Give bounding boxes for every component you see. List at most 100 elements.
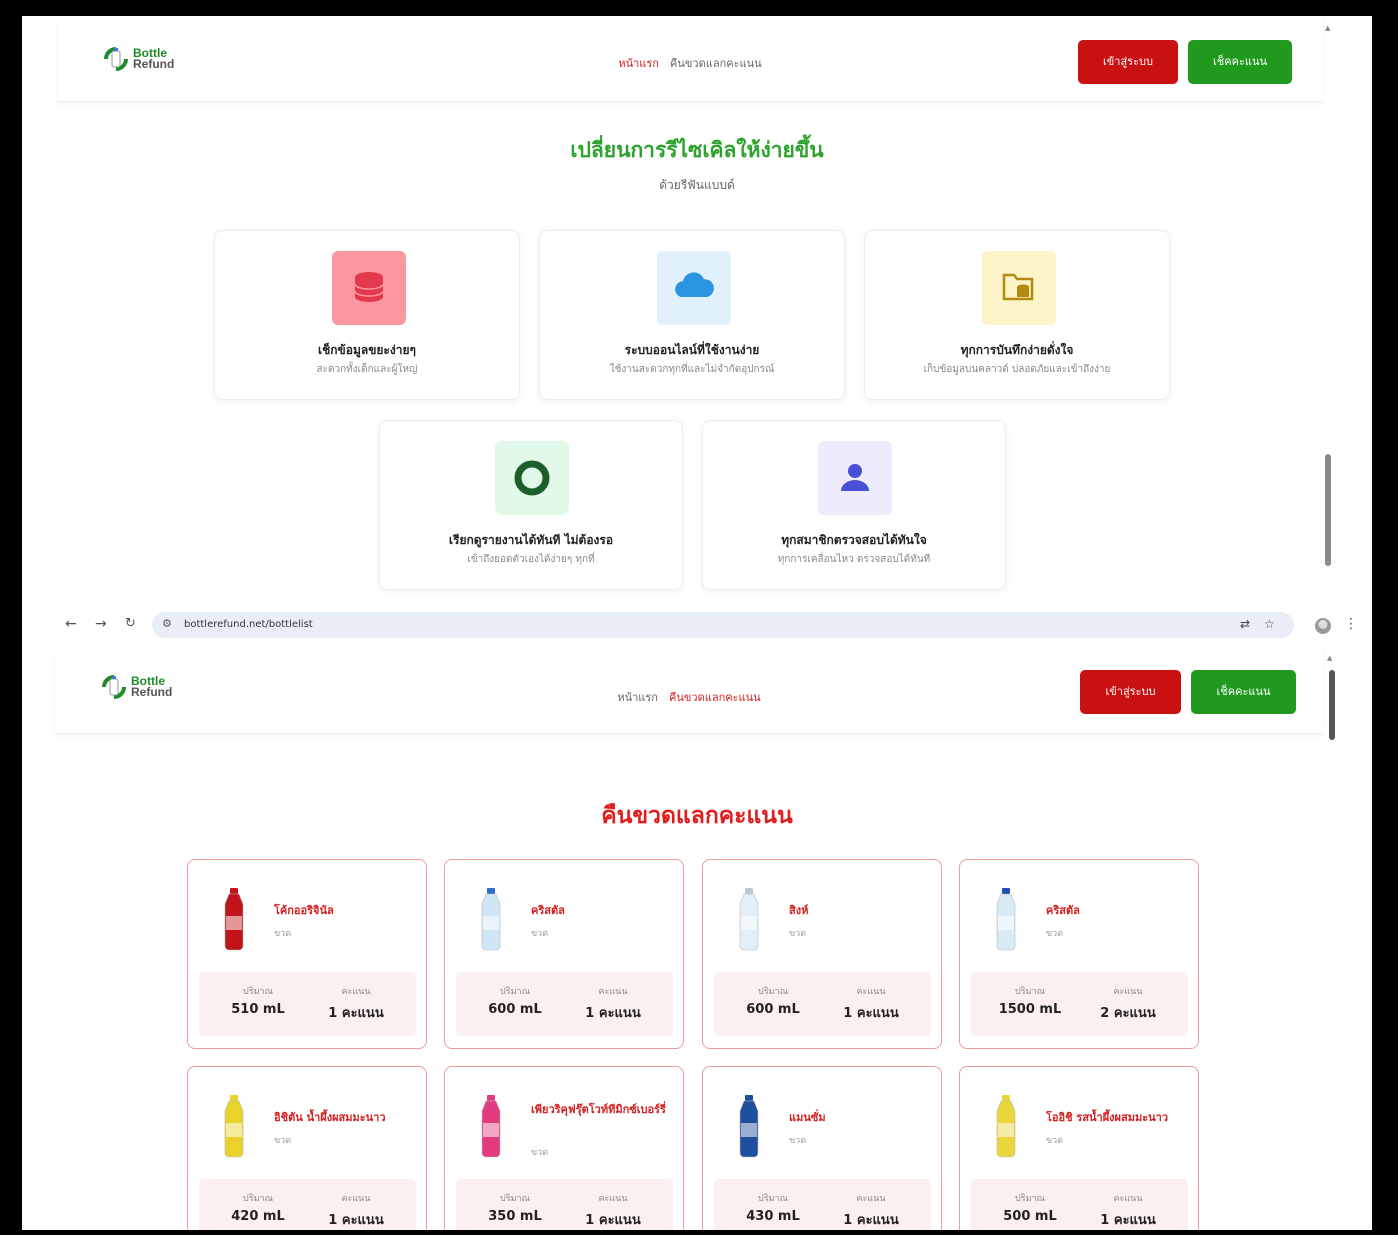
- bottle-image: [739, 1095, 759, 1158]
- feature-title: เช็กข้อมูลขยะง่ายๆ: [318, 343, 416, 357]
- product-unit: ขวด: [789, 1136, 807, 1146]
- product-stats: ปริมาณ คะแนน 430 mL 1 คะแนน: [714, 1179, 931, 1230]
- product-stats: ปริมาณ คะแนน 1500 mL 2 คะแนน: [971, 972, 1188, 1036]
- volume-value: 600 mL: [488, 1002, 542, 1017]
- points-label: คะแนน: [598, 1194, 628, 1204]
- bottle-image: [481, 888, 501, 951]
- check-points-button[interactable]: เช็คคะแนน: [1191, 670, 1296, 714]
- bottle-image: [996, 1095, 1016, 1158]
- screenshot-frame: Bottle Refund หน้าแรก คืนขวดแลกคะแนน เข้า…: [22, 16, 1372, 1230]
- feature-card: ทุกการบันทึกง่ายดั่งใจ เก็บข้อมูลบนคลาวด…: [864, 230, 1170, 400]
- product-unit: ขวด: [1046, 1136, 1064, 1146]
- product-stats: ปริมาณ คะแนน 350 mL 1 คะแนน: [456, 1179, 673, 1230]
- product-card[interactable]: อิชิตัน น้ำผึ้งผสมมะนาว ขวด ปริมาณ คะแนน…: [187, 1066, 427, 1230]
- reload-icon[interactable]: ↻: [125, 616, 136, 631]
- product-name: คริสตัล: [531, 904, 565, 917]
- volume-label: ปริมาณ: [758, 1194, 788, 1204]
- scrollbar-thumb[interactable]: [1329, 670, 1335, 740]
- volume-value: 350 mL: [488, 1209, 542, 1224]
- product-name: โค้กออริจินัล: [274, 904, 334, 917]
- feature-title: ระบบออนไลน์ที่ใช้งานง่าย: [624, 343, 760, 357]
- translate-icon[interactable]: ⇄: [1240, 617, 1250, 631]
- url-text: bottlerefund.net/bottlelist: [184, 619, 313, 630]
- points-label: คะแนน: [341, 1194, 371, 1204]
- user-icon: [841, 464, 869, 491]
- feature-title: เรียกดูรายงานได้ทันที ไม่ต้องรอ: [448, 533, 614, 547]
- volume-label: ปริมาณ: [758, 987, 788, 997]
- forward-icon[interactable]: →: [95, 616, 107, 632]
- volume-value: 500 mL: [1003, 1209, 1057, 1224]
- nav-link-refund[interactable]: คืนขวดแลกคะแนน: [669, 692, 761, 704]
- product-card[interactable]: แมนซั่ม ขวด ปริมาณ คะแนน 430 mL 1 คะแนน: [702, 1066, 942, 1230]
- product-stats: ปริมาณ คะแนน 420 mL 1 คะแนน: [199, 1179, 416, 1230]
- top-nav: Bottle Refund หน้าแรก คืนขวดแลกคะแนน เข้า…: [57, 16, 1323, 102]
- profile-avatar[interactable]: [1315, 618, 1331, 634]
- feature-card: เช็กข้อมูลขยะง่ายๆ สะดวกทั้งเด็กและผู้ให…: [214, 230, 520, 400]
- product-card[interactable]: คริสตัล ขวด ปริมาณ คะแนน 1500 mL 2 คะแนน: [959, 859, 1199, 1049]
- points-value: 2 คะแนน: [1100, 1006, 1156, 1021]
- feature-icon-box: [495, 441, 569, 515]
- points-value: 1 คะแนน: [843, 1006, 899, 1021]
- product-unit: ขวด: [531, 929, 549, 939]
- hero-title: เปลี่ยนการรีไซเคิลให้ง่ายขึ้น: [570, 138, 824, 162]
- points-label: คะแนน: [598, 987, 628, 997]
- product-unit: ขวด: [531, 1148, 549, 1158]
- bottle-image: [996, 888, 1016, 951]
- feature-description: เข้าถึงยอดตัวเองได้ง่ายๆ ทุกที่: [467, 554, 595, 565]
- address-bar[interactable]: ⚙ bottlerefund.net/bottlelist ⇄ ☆: [152, 612, 1294, 638]
- product-name: เพียวริคุฟรุ๊ตโวท์ทีมิกซ์เบอร์รี่: [531, 1103, 666, 1116]
- volume-value: 430 mL: [746, 1209, 800, 1224]
- bottle-image: [224, 888, 244, 951]
- volume-value: 420 mL: [231, 1209, 285, 1224]
- product-stats: ปริมาณ คะแนน 600 mL 1 คะแนน: [714, 972, 931, 1036]
- bottle-image: [739, 888, 759, 951]
- nav-link-home[interactable]: หน้าแรก: [617, 692, 658, 704]
- volume-value: 600 mL: [746, 1002, 800, 1017]
- feature-card: ระบบออนไลน์ที่ใช้งานง่าย ใช้งานสะดวกทุกท…: [539, 230, 845, 400]
- product-card[interactable]: โค้กออริจินัล ขวด ปริมาณ คะแนน 510 mL 1 …: [187, 859, 427, 1049]
- bottle-image: [481, 1095, 501, 1158]
- browser-toolbar: ← → ↻ ⚙ bottlerefund.net/bottlelist ⇄ ☆ …: [47, 606, 1358, 648]
- feature-card: เรียกดูรายงานได้ทันที ไม่ต้องรอ เข้าถึงย…: [379, 420, 683, 590]
- product-card[interactable]: สิงห์ ขวด ปริมาณ คะแนน 600 mL 1 คะแนน: [702, 859, 942, 1049]
- site-settings-icon[interactable]: ⚙: [162, 617, 172, 630]
- scrollbar-thumb[interactable]: [1325, 454, 1331, 566]
- points-label: คะแนน: [856, 987, 886, 997]
- product-card[interactable]: เพียวริคุฟรุ๊ตโวท์ทีมิกซ์เบอร์รี่ ขวด ปร…: [444, 1066, 684, 1230]
- hero-subtitle: ด้วยรีฟันแบบด์: [659, 178, 735, 192]
- check-points-button[interactable]: เช็คคะแนน: [1188, 40, 1292, 84]
- product-unit: ขวด: [274, 1136, 292, 1146]
- points-value: 1 คะแนน: [1100, 1213, 1156, 1228]
- product-card[interactable]: คริสตัล ขวด ปริมาณ คะแนน 600 mL 1 คะแนน: [444, 859, 684, 1049]
- scroll-up-arrow-icon[interactable]: ▲: [1327, 654, 1332, 662]
- points-label: คะแนน: [856, 1194, 886, 1204]
- product-name: โออิชิ รสน้ำผึ้งผสมมะนาว: [1046, 1111, 1168, 1124]
- points-label: คะแนน: [1113, 987, 1143, 997]
- volume-label: ปริมาณ: [1015, 987, 1045, 997]
- back-icon[interactable]: ←: [65, 616, 77, 632]
- volume-label: ปริมาณ: [500, 1194, 530, 1204]
- nav-link-refund[interactable]: คืนขวดแลกคะแนน: [670, 58, 762, 70]
- feature-icon-box: [818, 441, 892, 515]
- volume-label: ปริมาณ: [243, 1194, 273, 1204]
- feature-icon-box: [982, 251, 1056, 325]
- login-button[interactable]: เข้าสู่ระบบ: [1080, 670, 1181, 714]
- folder-database-icon: [1002, 273, 1034, 301]
- product-unit: ขวด: [274, 929, 292, 939]
- bookmark-star-icon[interactable]: ☆: [1264, 617, 1275, 631]
- feature-icon-box: [332, 251, 406, 325]
- scroll-up-arrow-icon[interactable]: ▲: [1325, 24, 1330, 32]
- kebab-menu-icon[interactable]: ⋮: [1344, 616, 1358, 632]
- refund-page-title: คืนขวดแลกคะแนน: [601, 803, 793, 829]
- feature-title: ทุกการบันทึกง่ายดั่งใจ: [960, 343, 1074, 357]
- feature-description: เก็บข้อมูลบนคลาวด์ ปลอดภัยและเข้าถึงง่าย: [923, 364, 1111, 375]
- points-value: 1 คะแนน: [328, 1006, 384, 1021]
- volume-label: ปริมาณ: [1015, 1194, 1045, 1204]
- volume-label: ปริมาณ: [243, 987, 273, 997]
- login-button[interactable]: เข้าสู่ระบบ: [1078, 40, 1178, 84]
- nav-link-home[interactable]: หน้าแรก: [618, 58, 659, 70]
- product-name: คริสตัล: [1046, 904, 1080, 917]
- product-card[interactable]: โออิชิ รสน้ำผึ้งผสมมะนาว ขวด ปริมาณ คะแน…: [959, 1066, 1199, 1230]
- points-value: 1 คะแนน: [843, 1213, 899, 1228]
- feature-title: ทุกสมาชิกตรวจสอบได้ทันใจ: [781, 533, 927, 547]
